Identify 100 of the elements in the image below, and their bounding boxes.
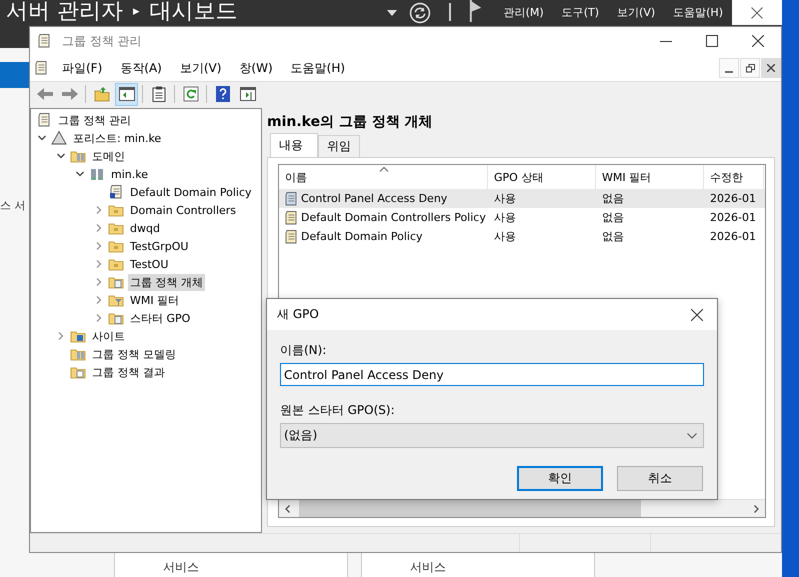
chevron-down-icon[interactable] <box>56 151 66 161</box>
panel-icon <box>118 87 134 101</box>
table-cell-text: 사용 <box>493 229 517 244</box>
scrollbar-thumb[interactable] <box>299 500 641 517</box>
horizontal-scrollbar[interactable] <box>279 499 765 517</box>
starter-gpo-dropdown[interactable]: (없음) <box>280 423 704 448</box>
clipboard-icon <box>152 86 166 102</box>
page-title: 대시보드 <box>150 0 238 24</box>
tab[interactable]: 위임 <box>318 135 360 157</box>
tile-label: 서비스 <box>410 559 446 576</box>
refresh-icon[interactable] <box>408 2 431 24</box>
close-icon <box>691 308 703 320</box>
list-row[interactable]: Default Domain Controllers Policy 사용 없음 2026-01 <box>279 208 765 227</box>
tree-item[interactable]: 포리스트: min.ke <box>71 130 164 146</box>
tree-item[interactable]: TestOU <box>128 256 170 272</box>
tree-item[interactable]: 사이트 <box>90 328 127 344</box>
close-icon <box>767 64 775 72</box>
scroll-icon <box>283 228 299 244</box>
chevron-down-icon[interactable] <box>75 169 85 179</box>
tile-label: 서비스 <box>163 559 199 576</box>
sort-caret-icon <box>379 166 389 172</box>
flag-icon[interactable] <box>468 0 483 22</box>
chevron-down-icon[interactable] <box>37 133 47 143</box>
tree-toggle-button[interactable] <box>115 82 138 106</box>
tree-item[interactable]: WMI 필터 <box>128 292 182 308</box>
table-cell: Control Panel Access Deny <box>301 192 448 205</box>
scroll-right-icon[interactable] <box>751 504 761 514</box>
tree-item[interactable]: 그룹 정책 결과 <box>90 364 167 380</box>
menu-item[interactable]: 도움말(H) <box>673 5 723 20</box>
window-title: 그룹 정책 관리 <box>62 32 142 50</box>
tree-item[interactable]: Default Domain Policy <box>128 184 254 200</box>
scroll-left-icon[interactable] <box>283 504 293 514</box>
close-button[interactable] <box>732 0 782 25</box>
menu-item[interactable]: 관리(M) <box>504 5 544 20</box>
menu-item[interactable]: 파일(F) <box>53 60 112 76</box>
tree-item[interactable]: 그룹 정책 개체 <box>128 274 205 290</box>
tree-item[interactable]: 도메인 <box>90 148 127 164</box>
chevron-right-icon[interactable] <box>94 223 104 233</box>
chevron-right-icon[interactable] <box>94 277 104 287</box>
chevron-right-icon[interactable] <box>94 241 104 251</box>
list-row[interactable]: Default Domain Policy 사용 없음 2026-01 <box>279 227 765 246</box>
field-label: 원본 스타터 GPO(S): <box>280 402 396 419</box>
maximize-icon <box>706 35 718 47</box>
table-cell-text: 없음 <box>601 191 625 206</box>
tree-item[interactable]: 그룹 정책 관리 <box>56 112 133 128</box>
table-cell-text: 없음 <box>601 229 625 244</box>
tree-item[interactable]: Domain Controllers <box>128 202 238 218</box>
table-cell: Default Domain Policy <box>301 230 423 243</box>
menu-item[interactable]: 동작(A) <box>111 60 171 76</box>
tree-item[interactable]: 그룹 정책 모델링 <box>90 346 178 362</box>
menu-item[interactable]: 보기(V) <box>170 60 230 76</box>
table-cell-text: 사용 <box>493 191 517 206</box>
dialog-button[interactable]: 확인 <box>517 466 603 491</box>
table-cell-text: 없음 <box>601 210 625 225</box>
restore-button[interactable] <box>740 58 760 78</box>
folder-icon <box>94 86 110 102</box>
close-icon <box>750 6 764 20</box>
chevron-right-icon[interactable] <box>94 205 104 215</box>
minimize-icon <box>725 71 733 73</box>
table-cell-text: 2026-01 <box>709 192 757 205</box>
menu-item[interactable]: 창(W) <box>230 60 282 76</box>
scroll-icon <box>108 184 124 200</box>
back-arrow-icon <box>36 86 54 102</box>
chevron-right-icon[interactable] <box>56 331 66 341</box>
refresh-icon <box>182 86 198 102</box>
menu-item[interactable]: 도구(T) <box>562 5 600 20</box>
name-field[interactable]: Control Panel Access Deny <box>280 363 704 386</box>
scroll-icon <box>33 60 49 76</box>
chevron-right-icon[interactable] <box>94 259 104 269</box>
menu-item[interactable]: 도움말(H) <box>282 60 354 76</box>
scroll-icon <box>36 112 52 128</box>
nav-highlight <box>0 62 30 88</box>
dialog-title: 새 GPO <box>277 306 319 323</box>
table-cell-text: 사용 <box>493 210 517 225</box>
triangle-icon <box>51 130 67 146</box>
tree-item[interactable]: dwqd <box>128 220 162 236</box>
scroll-icon <box>283 210 299 226</box>
tab[interactable]: 내용 <box>270 133 318 157</box>
chevron-down-icon <box>687 432 697 438</box>
forward-arrow-icon <box>60 86 78 102</box>
close-icon <box>752 35 764 47</box>
dialog-button[interactable]: 취소 <box>617 466 703 491</box>
field-label: 이름(N): <box>280 342 328 359</box>
panel-heading: min.ke의 그룹 정책 개체 <box>267 113 434 131</box>
tree-item[interactable]: min.ke <box>109 166 150 182</box>
close-button[interactable] <box>761 58 781 78</box>
sidebar-text: 스 서 <box>0 198 26 213</box>
chevron-right-icon[interactable] <box>94 313 104 323</box>
server-icon <box>89 166 105 182</box>
dropdown-icon[interactable] <box>386 10 397 16</box>
table-cell-text: 2026-01 <box>709 230 757 243</box>
list-row[interactable]: Control Panel Access Deny 사용 없음 2026-01 <box>279 189 765 208</box>
tree-item[interactable]: TestGrpOU <box>128 238 190 254</box>
scroll-icon <box>283 190 299 206</box>
scroll-icon <box>36 33 52 49</box>
chevron-right-icon[interactable] <box>94 295 104 305</box>
restore-icon <box>746 64 754 72</box>
menu-item[interactable]: 보기(V) <box>617 5 656 20</box>
tree-item[interactable]: 스타터 GPO <box>128 310 192 326</box>
table-cell-text: 2026-01 <box>709 211 757 224</box>
